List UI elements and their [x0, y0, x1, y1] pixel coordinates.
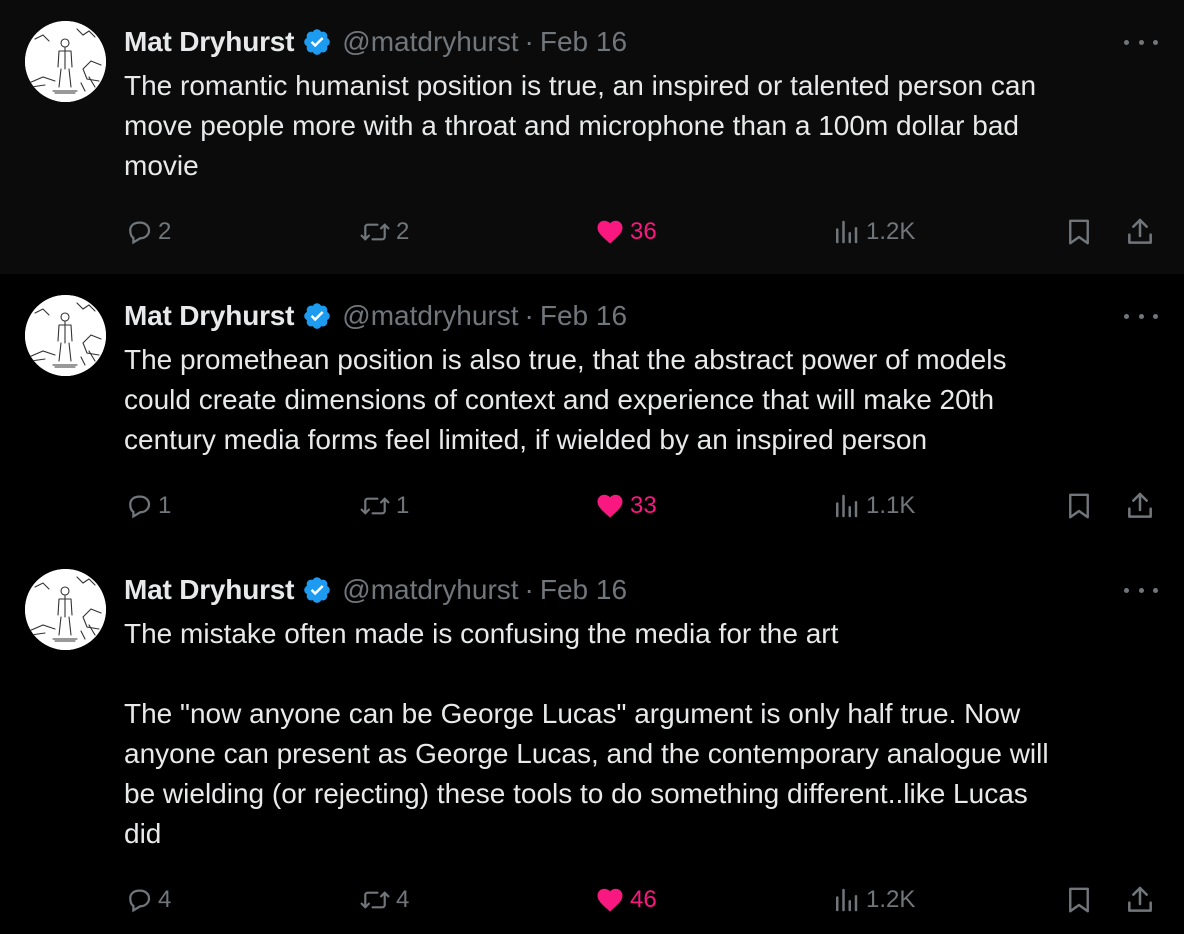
share-icon [1124, 490, 1156, 522]
tweet-actions: 2 2 36 1.2K [124, 212, 1164, 252]
tweet-date[interactable]: Feb 16 [540, 26, 627, 58]
tweet-actions: 4 4 46 1.2K [124, 880, 1164, 920]
tweet-actions: 1 1 33 1.1K [124, 486, 1164, 526]
avatar[interactable] [25, 21, 106, 102]
like-button[interactable]: 33 [594, 486, 657, 526]
tweet-header: Mat Dryhurst @matdryhurst · Feb 16 [124, 296, 627, 336]
bookmark-button[interactable] [1064, 212, 1098, 252]
verified-badge-icon [302, 301, 332, 331]
views-icon [830, 885, 862, 915]
tweet-date[interactable]: Feb 16 [540, 574, 627, 606]
views-count: 1.2K [866, 218, 916, 245]
bookmark-button[interactable] [1064, 880, 1098, 920]
share-icon [1124, 884, 1156, 916]
bookmark-icon [1064, 884, 1094, 916]
author-handle[interactable]: @matdryhurst [342, 26, 518, 58]
reply-count: 2 [158, 218, 172, 245]
tweet-header: Mat Dryhurst @matdryhurst · Feb 16 [124, 570, 627, 610]
reply-icon [124, 217, 154, 247]
share-button[interactable] [1124, 880, 1160, 920]
verified-badge-icon [302, 27, 332, 57]
share-button[interactable] [1124, 486, 1160, 526]
retweet-icon [358, 885, 392, 915]
tweet[interactable]: Mat Dryhurst @matdryhurst · Feb 16 The m… [0, 548, 1184, 934]
reply-button[interactable]: 1 [124, 486, 171, 526]
retweet-count: 4 [396, 886, 410, 913]
tweet-header: Mat Dryhurst @matdryhurst · Feb 16 [124, 22, 627, 62]
author-handle[interactable]: @matdryhurst [342, 300, 518, 332]
views-count: 1.1K [866, 492, 916, 519]
avatar-sketch-icon [25, 569, 106, 650]
author-name[interactable]: Mat Dryhurst [124, 300, 294, 332]
reply-button[interactable]: 2 [124, 212, 171, 252]
retweet-icon [358, 491, 392, 521]
retweet-button[interactable]: 2 [358, 212, 409, 252]
bookmark-icon [1064, 216, 1094, 248]
author-name[interactable]: Mat Dryhurst [124, 26, 294, 58]
share-icon [1124, 216, 1156, 248]
tweet-thread: Mat Dryhurst @matdryhurst · Feb 16 The r… [0, 0, 1184, 934]
like-button[interactable]: 46 [594, 880, 657, 920]
reply-icon [124, 491, 154, 521]
reply-count: 1 [158, 492, 172, 519]
separator-dot: · [524, 574, 534, 605]
avatar[interactable] [25, 569, 106, 650]
more-options-icon[interactable] [1124, 30, 1158, 54]
like-button[interactable]: 36 [594, 212, 657, 252]
tweet[interactable]: Mat Dryhurst @matdryhurst · Feb 16 The r… [0, 0, 1184, 274]
reply-count: 4 [158, 886, 172, 913]
author-name[interactable]: Mat Dryhurst [124, 574, 294, 606]
retweet-count: 2 [396, 218, 410, 245]
reply-button[interactable]: 4 [124, 880, 171, 920]
retweet-button[interactable]: 4 [358, 880, 409, 920]
bookmark-icon [1064, 490, 1094, 522]
like-count: 46 [630, 886, 657, 913]
views-button[interactable]: 1.2K [830, 880, 915, 920]
heart-icon [594, 885, 626, 915]
tweet[interactable]: Mat Dryhurst @matdryhurst · Feb 16 The p… [0, 274, 1184, 548]
more-options-icon[interactable] [1124, 304, 1158, 328]
avatar[interactable] [25, 295, 106, 376]
views-icon [830, 217, 862, 247]
share-button[interactable] [1124, 212, 1160, 252]
tweet-text: The mistake often made is confusing the … [124, 618, 1049, 849]
separator-dot: · [524, 26, 534, 57]
views-button[interactable]: 1.2K [830, 212, 915, 252]
heart-icon [594, 217, 626, 247]
tweet-text: The romantic humanist position is true, … [124, 70, 1037, 181]
avatar-sketch-icon [25, 21, 106, 102]
like-count: 33 [630, 492, 657, 519]
retweet-button[interactable]: 1 [358, 486, 409, 526]
retweet-count: 1 [396, 492, 410, 519]
views-count: 1.2K [866, 886, 916, 913]
reply-icon [124, 885, 154, 915]
verified-badge-icon [302, 575, 332, 605]
tweet-text: The promethean position is also true, th… [124, 344, 1007, 455]
views-button[interactable]: 1.1K [830, 486, 915, 526]
tweet-date[interactable]: Feb 16 [540, 300, 627, 332]
bookmark-button[interactable] [1064, 486, 1098, 526]
author-handle[interactable]: @matdryhurst [342, 574, 518, 606]
heart-icon [594, 491, 626, 521]
views-icon [830, 491, 862, 521]
avatar-sketch-icon [25, 295, 106, 376]
like-count: 36 [630, 218, 657, 245]
more-options-icon[interactable] [1124, 578, 1158, 602]
separator-dot: · [524, 300, 534, 331]
retweet-icon [358, 217, 392, 247]
